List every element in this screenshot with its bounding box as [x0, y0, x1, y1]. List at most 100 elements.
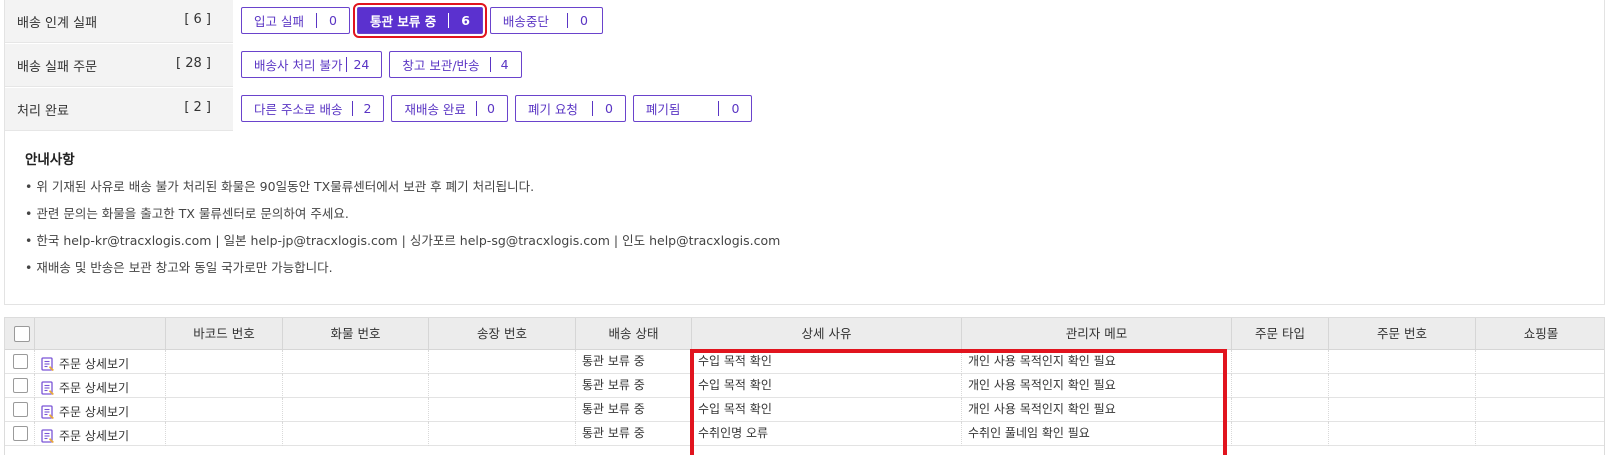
- detail-reason-cell: 수입 목적 확인: [692, 398, 962, 422]
- cargo-number-cell: [283, 374, 429, 398]
- detail-reason-cell: 수입 목적 확인: [692, 350, 962, 374]
- detail-reason-cell: 수입 목적 확인: [692, 374, 962, 398]
- status-count: [ 2 ]: [184, 100, 211, 115]
- notice-section: 안내사항 • 위 기재된 사유로 배송 불가 처리된 화물은 90일동안 TX물…: [25, 148, 780, 288]
- header-cargo-number[interactable]: 화물 번호: [283, 318, 429, 350]
- status-count: [ 28 ]: [176, 56, 211, 71]
- chip-disposal-request[interactable]: 폐기 요청 0: [514, 95, 626, 122]
- notice-title: 안내사항: [25, 152, 75, 168]
- barcode-cell: [166, 422, 283, 446]
- status-chips: 다른 주소로 배송 2 재배송 완료 0 폐기 요청 0 폐기됨 0: [241, 95, 753, 122]
- admin-memo-cell: 개인 사용 목적인지 확인 필요: [962, 398, 1232, 422]
- chip-inbound-failed[interactable]: 입고 실패 0: [241, 7, 350, 34]
- order-type-cell: [1232, 350, 1329, 374]
- document-icon: [41, 428, 54, 443]
- order-detail-link[interactable]: 주문 상세보기: [41, 425, 129, 446]
- admin-memo-cell: 개인 사용 목적인지 확인 필요: [962, 374, 1232, 398]
- chip-warehouse-return[interactable]: 창고 보관/반송 4: [389, 51, 522, 78]
- status-chips: 배송사 처리 불가 24 창고 보관/반송 4: [241, 51, 522, 78]
- order-detail-link[interactable]: 주문 상세보기: [41, 401, 129, 422]
- barcode-cell: [166, 398, 283, 422]
- notice-line: • 관련 문의는 화물을 출고한 TX 물류센터로 문의하여 주세요.: [25, 206, 349, 221]
- order-number-cell: [1329, 374, 1476, 398]
- chip-disposed[interactable]: 폐기됨 0: [632, 95, 753, 122]
- table-row[interactable]: 주문 상세보기 통관 보류 중 수입 목적 확인 개인 사용 목적인지 확인 필…: [5, 374, 1604, 398]
- status-label: 처리 완료: [17, 104, 69, 119]
- header-order-number[interactable]: 주문 번호: [1329, 318, 1476, 350]
- header-order-type[interactable]: 주문 타입: [1232, 318, 1329, 350]
- row-checkbox[interactable]: [13, 354, 28, 369]
- status-label-cell: 처리 완료 [ 2 ]: [5, 88, 233, 131]
- barcode-cell: [166, 374, 283, 398]
- header-admin-memo[interactable]: 관리자 메모: [962, 318, 1232, 350]
- invoice-number-cell: [429, 350, 576, 374]
- barcode-cell: [166, 350, 283, 374]
- header-shop[interactable]: 쇼핑몰: [1476, 318, 1604, 350]
- order-number-cell: [1329, 422, 1476, 446]
- shop-cell: [1476, 374, 1604, 398]
- invoice-number-cell: [429, 374, 576, 398]
- chip-other-address[interactable]: 다른 주소로 배송 2: [241, 95, 385, 122]
- row-checkbox[interactable]: [13, 426, 28, 441]
- delivery-status-cell: 통관 보류 중: [576, 374, 692, 398]
- document-icon: [41, 380, 54, 395]
- header-invoice-number[interactable]: 송장 번호: [429, 318, 576, 350]
- order-type-cell: [1232, 422, 1329, 446]
- status-count: [ 6 ]: [184, 12, 211, 27]
- status-row-completed: 처리 완료 [ 2 ] 다른 주소로 배송 2 재배송 완료 0 폐기 요청 0 폐기…: [5, 88, 1604, 132]
- shop-cell: [1476, 398, 1604, 422]
- header-select-all-cell: [5, 318, 35, 350]
- header-delivery-status[interactable]: 배송 상태: [576, 318, 692, 350]
- status-label: 배송 인계 실패: [17, 16, 98, 31]
- chip-customs-hold[interactable]: 통관 보류 중6: [352, 3, 487, 38]
- order-detail-label: 주문 상세보기: [59, 429, 130, 443]
- status-row-handover-failed: 배송 인계 실패 [ 6 ] 입고 실패 0 통관 보류 중6 배송중단 0: [5, 0, 1604, 44]
- order-detail-link[interactable]: 주문 상세보기: [41, 377, 129, 398]
- order-type-cell: [1232, 398, 1329, 422]
- delivery-status-cell: 통관 보류 중: [576, 422, 692, 446]
- shop-cell: [1476, 422, 1604, 446]
- header-detail-reason[interactable]: 상세 사유: [692, 318, 962, 350]
- header-detail: [35, 318, 166, 350]
- order-type-cell: [1232, 374, 1329, 398]
- document-icon: [41, 404, 54, 419]
- invoice-number-cell: [429, 422, 576, 446]
- notice-line: • 위 기재된 사유로 배송 불가 처리된 화물은 90일동안 TX물류센터에서…: [25, 179, 535, 194]
- delivery-status-cell: 통관 보류 중: [576, 398, 692, 422]
- cargo-number-cell: [283, 422, 429, 446]
- row-checkbox[interactable]: [13, 402, 28, 417]
- row-checkbox[interactable]: [13, 378, 28, 393]
- table-row[interactable]: 주문 상세보기 통관 보류 중 수입 목적 확인 개인 사용 목적인지 확인 필…: [5, 398, 1604, 422]
- status-panel: 배송 인계 실패 [ 6 ] 입고 실패 0 통관 보류 중6 배송중단 0 배송 …: [4, 0, 1605, 305]
- chip-redelivery-done[interactable]: 재배송 완료 0: [391, 95, 508, 122]
- table-row[interactable]: 주문 상세보기 통관 보류 중 수입 목적 확인 개인 사용 목적인지 확인 필…: [5, 350, 1604, 374]
- notice-line: • 재배송 및 반송은 보관 창고와 동일 국가로만 가능합니다.: [25, 260, 333, 275]
- shop-cell: [1476, 350, 1604, 374]
- status-row-delivery-failed: 배송 실패 주문 [ 28 ] 배송사 처리 불가 24 창고 보관/반송 4: [5, 44, 1604, 88]
- header-barcode[interactable]: 바코드 번호: [166, 318, 283, 350]
- status-label-cell: 배송 실패 주문 [ 28 ]: [5, 44, 233, 87]
- admin-memo-cell: 수취인 풀네임 확인 필요: [962, 422, 1232, 446]
- admin-memo-cell: 개인 사용 목적인지 확인 필요: [962, 350, 1232, 374]
- order-detail-label: 주문 상세보기: [59, 381, 130, 395]
- order-detail-link[interactable]: 주문 상세보기: [41, 353, 129, 374]
- table-header: 바코드 번호 화물 번호 송장 번호 배송 상태 상세 사유 관리자 메모 주문…: [5, 318, 1604, 350]
- orders-table: 바코드 번호 화물 번호 송장 번호 배송 상태 상세 사유 관리자 메모 주문…: [4, 317, 1605, 455]
- order-number-cell: [1329, 350, 1476, 374]
- status-label-cell: 배송 인계 실패 [ 6 ]: [5, 0, 233, 43]
- detail-reason-cell: 수취인명 오류: [692, 422, 962, 446]
- select-all-checkbox[interactable]: [14, 326, 30, 342]
- document-icon: [41, 356, 54, 371]
- chip-delivery-stopped[interactable]: 배송중단 0: [489, 7, 603, 34]
- invoice-number-cell: [429, 398, 576, 422]
- status-chips: 입고 실패 0 통관 보류 중6 배송중단 0: [241, 3, 603, 38]
- cargo-number-cell: [283, 350, 429, 374]
- order-detail-label: 주문 상세보기: [59, 405, 130, 419]
- chip-carrier-unable[interactable]: 배송사 처리 불가 24: [241, 51, 383, 78]
- table-row[interactable]: 주문 상세보기 통관 보류 중 수취인명 오류 수취인 풀네임 확인 필요: [5, 422, 1604, 446]
- notice-line: • 한국 help-kr@tracxlogis.com | 일본 help-jp…: [25, 233, 781, 248]
- status-label: 배송 실패 주문: [17, 60, 98, 75]
- cargo-number-cell: [283, 398, 429, 422]
- delivery-status-cell: 통관 보류 중: [576, 350, 692, 374]
- order-detail-label: 주문 상세보기: [59, 357, 130, 371]
